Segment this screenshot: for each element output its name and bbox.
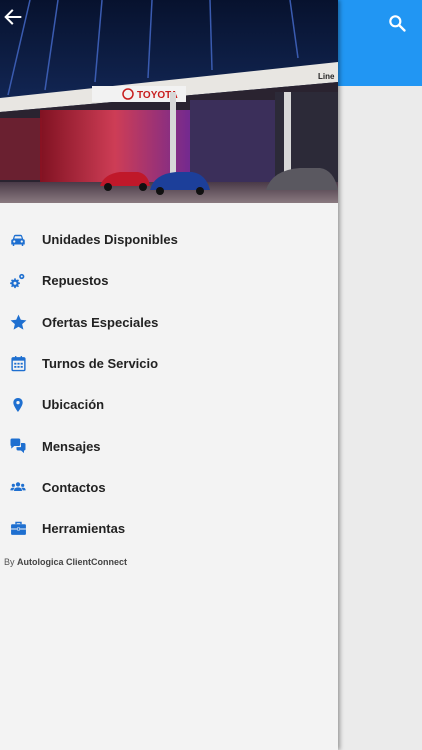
menu-item-unidades-disponibles[interactable]: Unidades Disponibles <box>0 219 338 260</box>
menu-item-label: Contactos <box>42 479 106 495</box>
menu-item-label: Ofertas Especiales <box>42 314 159 330</box>
menu-item-turnos-de-servicio[interactable]: Turnos de Servicio <box>0 343 338 384</box>
arrow-back-icon <box>4 9 22 25</box>
search-button[interactable] <box>384 10 410 36</box>
menu-item-label: Herramientas <box>42 521 126 537</box>
people-icon <box>8 477 28 497</box>
navigation-drawer: TOYOTA Line Unidades Disponibles Repuest… <box>0 0 338 750</box>
car-icon <box>8 230 28 250</box>
menu-item-herramientas[interactable]: Herramientas <box>0 508 338 549</box>
menu-item-contactos[interactable]: Contactos <box>0 467 338 508</box>
gears-icon <box>8 271 28 291</box>
menu-item-label: Mensajes <box>42 438 101 454</box>
menu-item-mensajes[interactable]: Mensajes <box>0 425 338 466</box>
dealership-header-image: TOYOTA Line <box>0 0 338 203</box>
calendar-icon <box>8 354 28 374</box>
star-icon <box>8 312 28 332</box>
footer-credit: By Autologica ClientConnect <box>4 557 127 567</box>
menu-item-ubicacion[interactable]: Ubicación <box>0 384 338 425</box>
search-icon <box>389 15 406 32</box>
back-button[interactable] <box>2 6 24 28</box>
location-pin-icon <box>8 395 28 415</box>
line-sign: Line <box>318 72 335 81</box>
drawer-menu: Unidades Disponibles Repuestos Ofertas E… <box>0 219 338 549</box>
menu-item-label: Unidades Disponibles <box>42 232 178 248</box>
menu-item-label: Repuestos <box>42 273 109 289</box>
menu-item-ofertas-especiales[interactable]: Ofertas Especiales <box>0 302 338 343</box>
chat-bubbles-icon <box>8 436 28 456</box>
footer-prefix: By <box>4 557 15 567</box>
menu-item-label: Ubicación <box>42 397 105 413</box>
menu-item-label: Turnos de Servicio <box>42 356 159 372</box>
footer-brand: Autologica ClientConnect <box>17 557 128 567</box>
toolbox-icon <box>8 519 28 539</box>
menu-item-repuestos[interactable]: Repuestos <box>0 260 338 301</box>
